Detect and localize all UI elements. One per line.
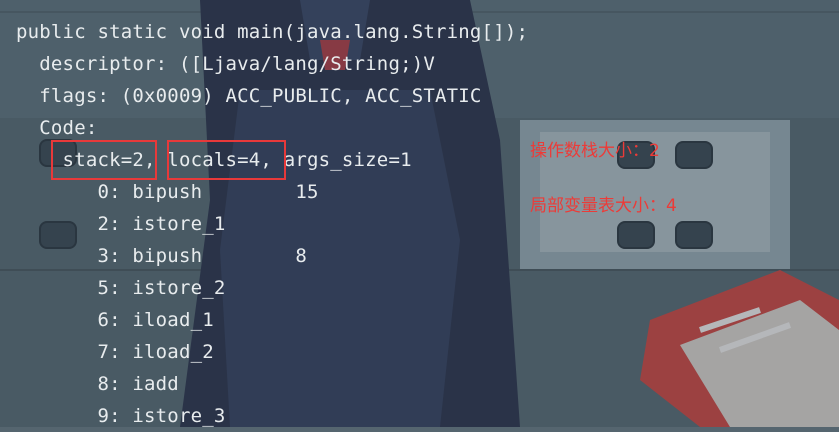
code-line-descriptor: descriptor: ([Ljava/lang/String;)V bbox=[16, 53, 436, 75]
code-line-instruction: 3: bipush 8 bbox=[16, 245, 307, 267]
code-line-instruction: 6: iload_1 bbox=[16, 309, 214, 331]
code-line-flags: flags: (0x0009) ACC_PUBLIC, ACC_STATIC bbox=[16, 85, 482, 107]
code-line-instruction: 9: istore_3 bbox=[16, 405, 226, 427]
local-vars-annotation: 局部变量表大小：4 bbox=[530, 196, 677, 216]
code-line-method-signature: public static void main(java.lang.String… bbox=[16, 21, 529, 43]
code-line-instruction: 7: iload_2 bbox=[16, 341, 214, 363]
stack-highlight-box bbox=[51, 140, 157, 180]
code-line-instruction: 2: istore_1 bbox=[16, 213, 226, 235]
locals-highlight-box bbox=[167, 140, 286, 180]
code-line-instruction: 8: iadd bbox=[16, 373, 179, 395]
code-line-instruction: 0: bipush 15 bbox=[16, 181, 319, 203]
code-line-instruction: 5: istore_2 bbox=[16, 277, 226, 299]
operand-stack-annotation: 操作数栈大小：2 bbox=[530, 141, 660, 161]
